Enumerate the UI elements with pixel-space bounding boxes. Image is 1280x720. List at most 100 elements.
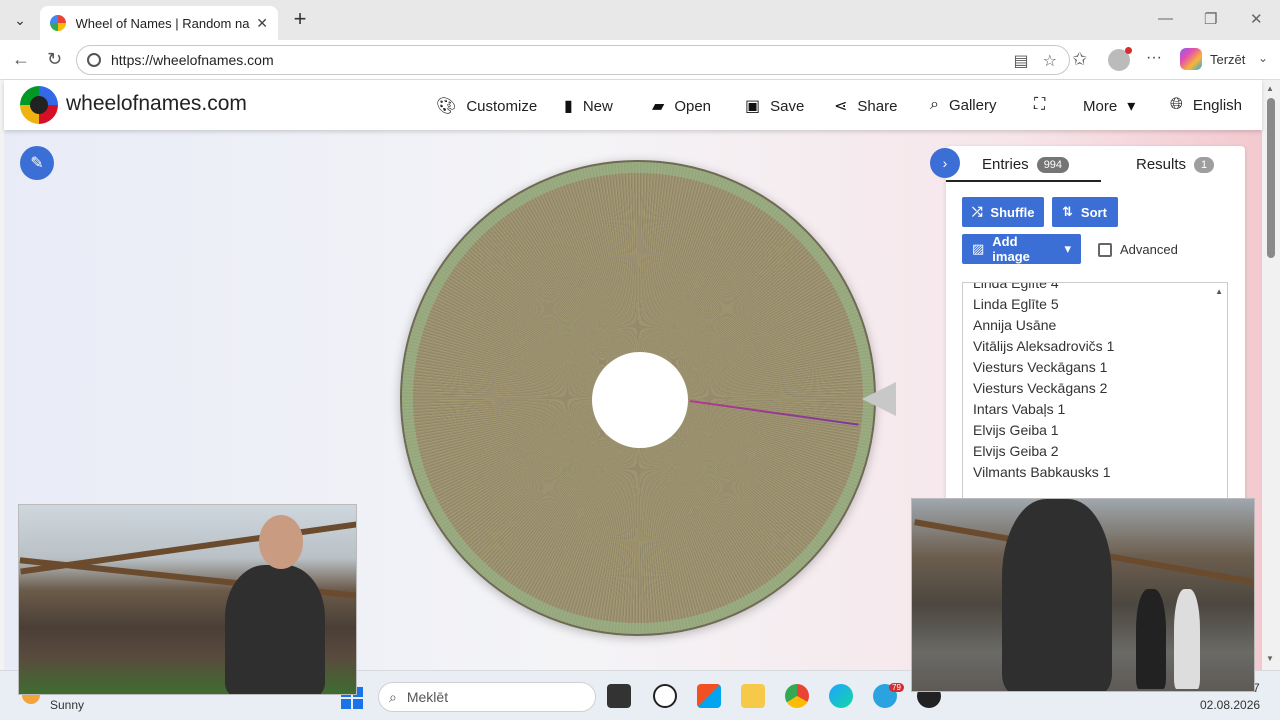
search-icon: ⌕: [389, 688, 397, 705]
sort-label: Sort: [1080, 204, 1107, 220]
share-icon: ⋖: [834, 98, 848, 115]
sort-button[interactable]: ⇅ Sort: [1052, 197, 1118, 227]
entries-tab-label: Entries: [982, 156, 1029, 173]
site-info-icon[interactable]: [87, 53, 101, 67]
fullscreen-icon: ⛶: [1034, 96, 1046, 113]
minimize-icon[interactable]: —: [1158, 10, 1173, 27]
profile-alert-dot: [1125, 47, 1132, 54]
clock-date[interactable]: 02.08.2026: [1200, 698, 1260, 712]
palette-icon: 🎨︎: [436, 98, 457, 115]
telegram-badge: 79: [889, 683, 904, 692]
new-button[interactable]: ▮ New: [564, 96, 613, 116]
scroll-up-arrow-icon[interactable]: ▲: [1215, 287, 1223, 296]
chatgpt-icon[interactable]: [653, 684, 677, 708]
window-close-icon[interactable]: ✕: [1250, 10, 1263, 28]
page-scrollbar[interactable]: ▲ ▼: [1262, 80, 1280, 670]
wheel-pointer-icon: [862, 382, 896, 416]
share-button[interactable]: ⋖ Share: [834, 96, 897, 116]
site-name[interactable]: wheelofnames.com: [66, 92, 247, 116]
list-item: Linda Eglīte 4: [973, 282, 1059, 291]
tab-results[interactable]: Results 1: [1136, 156, 1215, 173]
collapse-panel-icon[interactable]: ›: [930, 148, 960, 178]
url-text: https://wheelofnames.com: [111, 52, 274, 68]
site-logo[interactable]: [20, 86, 58, 124]
add-image-label: Add image: [992, 234, 1030, 264]
search-placeholder: Meklēt: [406, 689, 449, 705]
shuffle-label: Shuffle: [990, 204, 1035, 220]
chrome-icon[interactable]: [785, 684, 809, 708]
copilot-button[interactable]: Terzēt: [1180, 48, 1245, 70]
favorites-icon[interactable]: ✩: [1072, 49, 1087, 70]
list-item: Annija Usāne: [973, 317, 1057, 333]
weather-label[interactable]: Sunny: [50, 698, 84, 712]
open-button[interactable]: ▰ Open: [652, 96, 711, 116]
folder-icon: ▰: [652, 98, 665, 115]
list-item: Viesturs Veckāgans 1: [973, 359, 1108, 375]
name-wheel[interactable]: [400, 160, 876, 636]
list-item: Vilmants Babkausks 1: [973, 464, 1111, 480]
gallery-label: Gallery: [948, 96, 997, 114]
results-count-badge: 1: [1194, 156, 1215, 173]
task-view-icon[interactable]: [607, 684, 631, 708]
save-label: Save: [770, 97, 805, 115]
caret-down-icon: ▾: [1127, 98, 1136, 115]
tab-entries[interactable]: Entries 994: [982, 156, 1070, 173]
list-item: Elvijs Geiba 2: [973, 443, 1059, 459]
wheel-favicon-icon: [50, 15, 66, 31]
save-button[interactable]: ▣ Save: [745, 96, 804, 116]
share-label: Share: [857, 97, 898, 115]
edit-pencil-icon[interactable]: ✎: [20, 146, 54, 180]
search-icon: ⌕: [930, 96, 939, 113]
new-label: New: [582, 97, 613, 115]
copilot-label: Terzēt: [1210, 51, 1246, 67]
advanced-label: Advanced: [1120, 242, 1178, 257]
list-item: Intars Vabaļs 1: [973, 401, 1066, 417]
list-item: Vitālijs Aleksadrovičs 1: [973, 338, 1115, 354]
globe-icon: 🌐︎: [1170, 96, 1183, 113]
sidebar-chevron-icon[interactable]: ⌄: [1258, 51, 1268, 65]
language-button[interactable]: 🌐︎ English: [1170, 96, 1242, 114]
open-label: Open: [674, 97, 712, 115]
wheel-hub[interactable]: [592, 352, 688, 448]
tab-list-chevron-icon[interactable]: ⌄: [8, 8, 32, 32]
browser-menu-icon[interactable]: ···: [1146, 49, 1162, 67]
results-tab-label: Results: [1136, 156, 1187, 173]
browser-tab[interactable]: Wheel of Names | Random name p ✕: [40, 6, 278, 40]
edge-icon[interactable]: [829, 684, 853, 708]
tab-title: Wheel of Names | Random name p: [75, 15, 251, 31]
active-tab-underline: [946, 180, 1101, 182]
reader-mode-icon[interactable]: ▤: [1014, 51, 1029, 71]
store-icon[interactable]: [697, 684, 721, 708]
customize-label: Customize: [466, 97, 538, 115]
new-tab-icon[interactable]: +: [288, 8, 312, 32]
webcam-right: [911, 498, 1255, 692]
file-explorer-icon[interactable]: [741, 684, 765, 708]
list-item: Viesturs Veckāgans 2: [973, 380, 1108, 396]
scroll-down-icon[interactable]: ▼: [1266, 654, 1274, 663]
scrollbar-thumb[interactable]: [1267, 98, 1275, 258]
tab-close-icon[interactable]: ✕: [256, 15, 268, 32]
fullscreen-button[interactable]: ⛶: [1034, 96, 1045, 114]
sort-icon: ⇅: [1062, 204, 1073, 219]
taskbar-search-input[interactable]: ⌕ Meklēt: [378, 682, 596, 712]
entries-count-badge: 994: [1036, 156, 1070, 173]
floppy-icon: ▣: [745, 98, 761, 115]
scroll-up-icon[interactable]: ▲: [1266, 84, 1274, 93]
new-file-icon: ▮: [564, 98, 573, 115]
profile-avatar[interactable]: [1108, 47, 1132, 71]
reload-icon[interactable]: ↻: [47, 49, 62, 70]
shuffle-button[interactable]: ⤮ Shuffle: [962, 197, 1044, 227]
favorite-star-icon[interactable]: ☆: [1043, 51, 1057, 71]
caret-down-icon: ▾: [1064, 241, 1071, 256]
add-image-button[interactable]: ▨ Add image ▾: [962, 234, 1081, 264]
restore-icon[interactable]: ❐: [1204, 10, 1217, 28]
gallery-button[interactable]: ⌕ Gallery: [930, 96, 996, 114]
back-icon[interactable]: ←: [12, 49, 30, 70]
more-label: More: [1083, 97, 1118, 115]
url-input[interactable]: https://wheelofnames.com ▤ ☆: [76, 45, 1070, 75]
more-button[interactable]: More ▾: [1083, 96, 1135, 116]
advanced-checkbox[interactable]: [1098, 242, 1112, 257]
advanced-toggle[interactable]: Advanced: [1098, 242, 1178, 257]
list-item: Elvijs Geiba 1: [973, 422, 1059, 438]
customize-button[interactable]: 🎨︎ Customize: [436, 96, 537, 116]
